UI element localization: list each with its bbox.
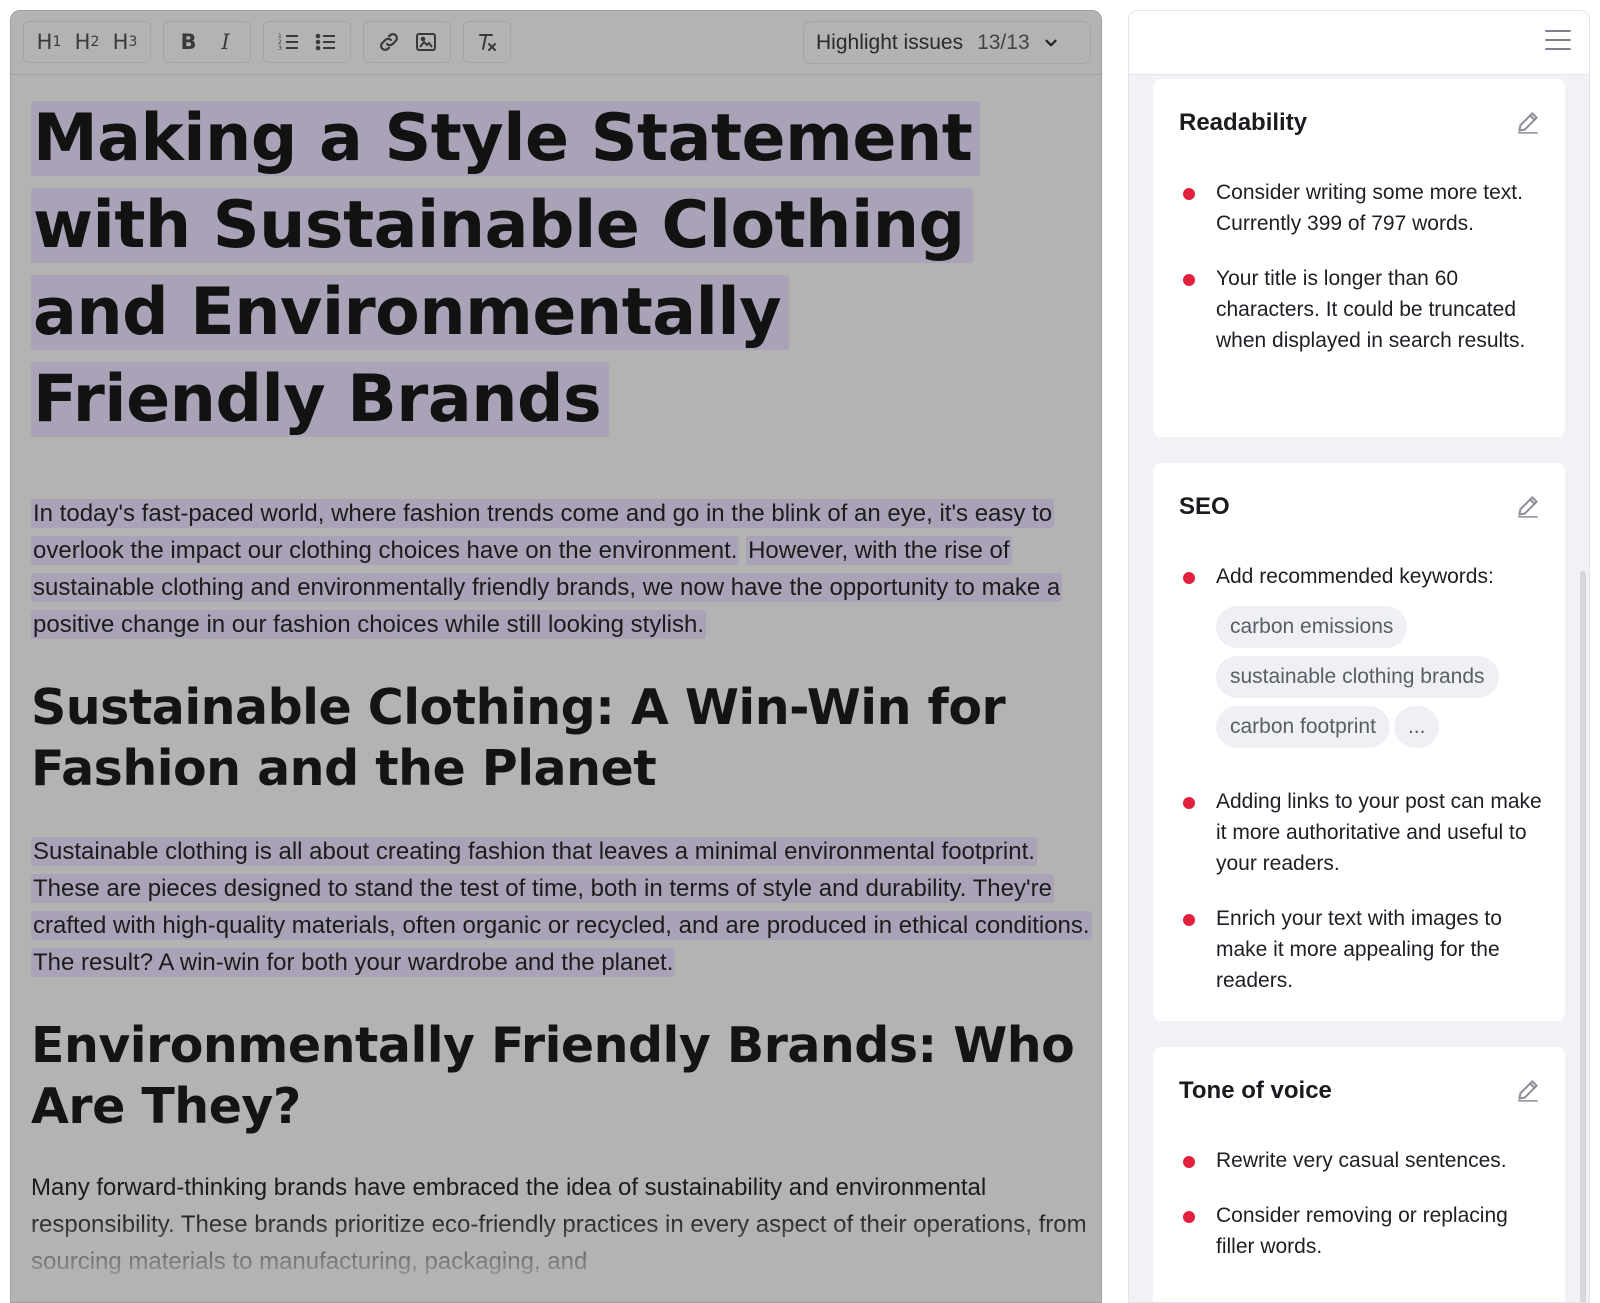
link-icon — [379, 33, 398, 51]
keyword-chip[interactable]: carbon emissions — [1216, 606, 1408, 648]
list-group: 123 — [263, 21, 351, 63]
section1-heading[interactable]: Sustainable Clothing: A Win-Win for Fash… — [31, 677, 1091, 799]
readability-card: Readability Consider writing some more t… — [1153, 79, 1565, 437]
highlight-issues-count: 13/13 — [977, 30, 1030, 54]
link-button[interactable] — [372, 25, 406, 59]
ordered-list-button[interactable]: 123 — [272, 25, 306, 59]
h3-button[interactable]: H3 — [108, 25, 142, 59]
readability-items: Consider writing some more text. Current… — [1179, 177, 1543, 356]
tone-item: Consider removing or replacing filler wo… — [1179, 1200, 1543, 1262]
h2-button[interactable]: H2 — [70, 25, 104, 59]
seo-title: SEO — [1179, 493, 1230, 520]
bullet-list-button[interactable] — [309, 25, 343, 59]
image-icon — [415, 33, 436, 51]
readability-title: Readability — [1179, 109, 1308, 136]
highlight-issues-dropdown[interactable]: Highlight issues 13/13 — [803, 21, 1091, 64]
editor-panel: H1 H2 H3 B I 123 Highlight issues 13/13 … — [10, 10, 1102, 1303]
recommendations-sidebar: Readability Consider writing some more t… — [1128, 10, 1590, 1303]
clear-format-button[interactable] — [470, 25, 504, 59]
seo-item: Enrich your text with images to make it … — [1179, 903, 1543, 996]
keyword-chip[interactable]: carbon footprint — [1216, 706, 1390, 748]
bullet-list-icon — [315, 33, 335, 51]
chevron-down-icon — [1045, 39, 1057, 46]
tone-card: Tone of voice Rewrite very casual senten… — [1153, 1047, 1565, 1302]
insert-group — [363, 21, 451, 63]
clear-group — [463, 21, 511, 63]
sidebar-header — [1129, 11, 1589, 75]
readability-item: Your title is longer than 60 characters.… — [1179, 263, 1543, 356]
h1-button[interactable]: H1 — [32, 25, 66, 59]
tone-items: Rewrite very casual sentences. Consider … — [1179, 1145, 1543, 1262]
bold-button[interactable]: B — [172, 25, 206, 59]
bottom-fade — [11, 1212, 1101, 1302]
italic-button[interactable]: I — [209, 25, 243, 59]
seo-card: SEO Add recommended keywords: carbon emi… — [1153, 463, 1565, 1021]
more-keywords-chip[interactable]: ... — [1393, 706, 1440, 748]
seo-item: Adding links to your post can make it mo… — [1179, 786, 1543, 879]
heading-group: H1 H2 H3 — [23, 21, 151, 63]
ordered-list-icon: 123 — [278, 33, 298, 52]
clear-format-icon — [479, 34, 496, 51]
section1-highlight: Sustainable clothing is all about creati… — [31, 837, 1092, 977]
image-button[interactable] — [409, 25, 443, 59]
section1-paragraph[interactable]: Sustainable clothing is all about creati… — [31, 833, 1092, 981]
article-title[interactable]: Making a Style Statement with Sustainabl… — [31, 95, 1091, 443]
intro-paragraph[interactable]: In today's fast-paced world, where fashi… — [31, 495, 1091, 643]
article-content[interactable]: Making a Style Statement with Sustainabl… — [31, 95, 1092, 1280]
format-group: B I — [163, 21, 251, 63]
pencil-icon[interactable] — [1515, 109, 1541, 135]
keyword-chip[interactable]: sustainable clothing brands — [1216, 656, 1499, 698]
editor-toolbar: H1 H2 H3 B I 123 Highlight issues 13/13 — [11, 11, 1101, 75]
tone-item: Rewrite very casual sentences. — [1179, 1145, 1543, 1176]
pencil-icon[interactable] — [1515, 1077, 1541, 1103]
keyword-chips: carbon emissions sustainable clothing br… — [1216, 606, 1543, 756]
readability-item: Consider writing some more text. Current… — [1179, 177, 1543, 239]
svg-text:3: 3 — [278, 45, 282, 52]
tone-title: Tone of voice — [1179, 1077, 1332, 1104]
highlight-issues-label: Highlight issues — [816, 30, 964, 54]
menu-icon[interactable] — [1545, 30, 1571, 54]
title-highlight: Making a Style Statement with Sustainabl… — [31, 101, 981, 437]
seo-keywords-item: Add recommended keywords: — [1179, 561, 1543, 592]
sidebar-scrollbar[interactable] — [1580, 571, 1586, 1302]
section2-heading[interactable]: Environmentally Friendly Brands: Who Are… — [31, 1015, 1091, 1137]
seo-items: Add recommended keywords: carbon emissio… — [1179, 561, 1543, 996]
pencil-icon[interactable] — [1515, 493, 1541, 519]
